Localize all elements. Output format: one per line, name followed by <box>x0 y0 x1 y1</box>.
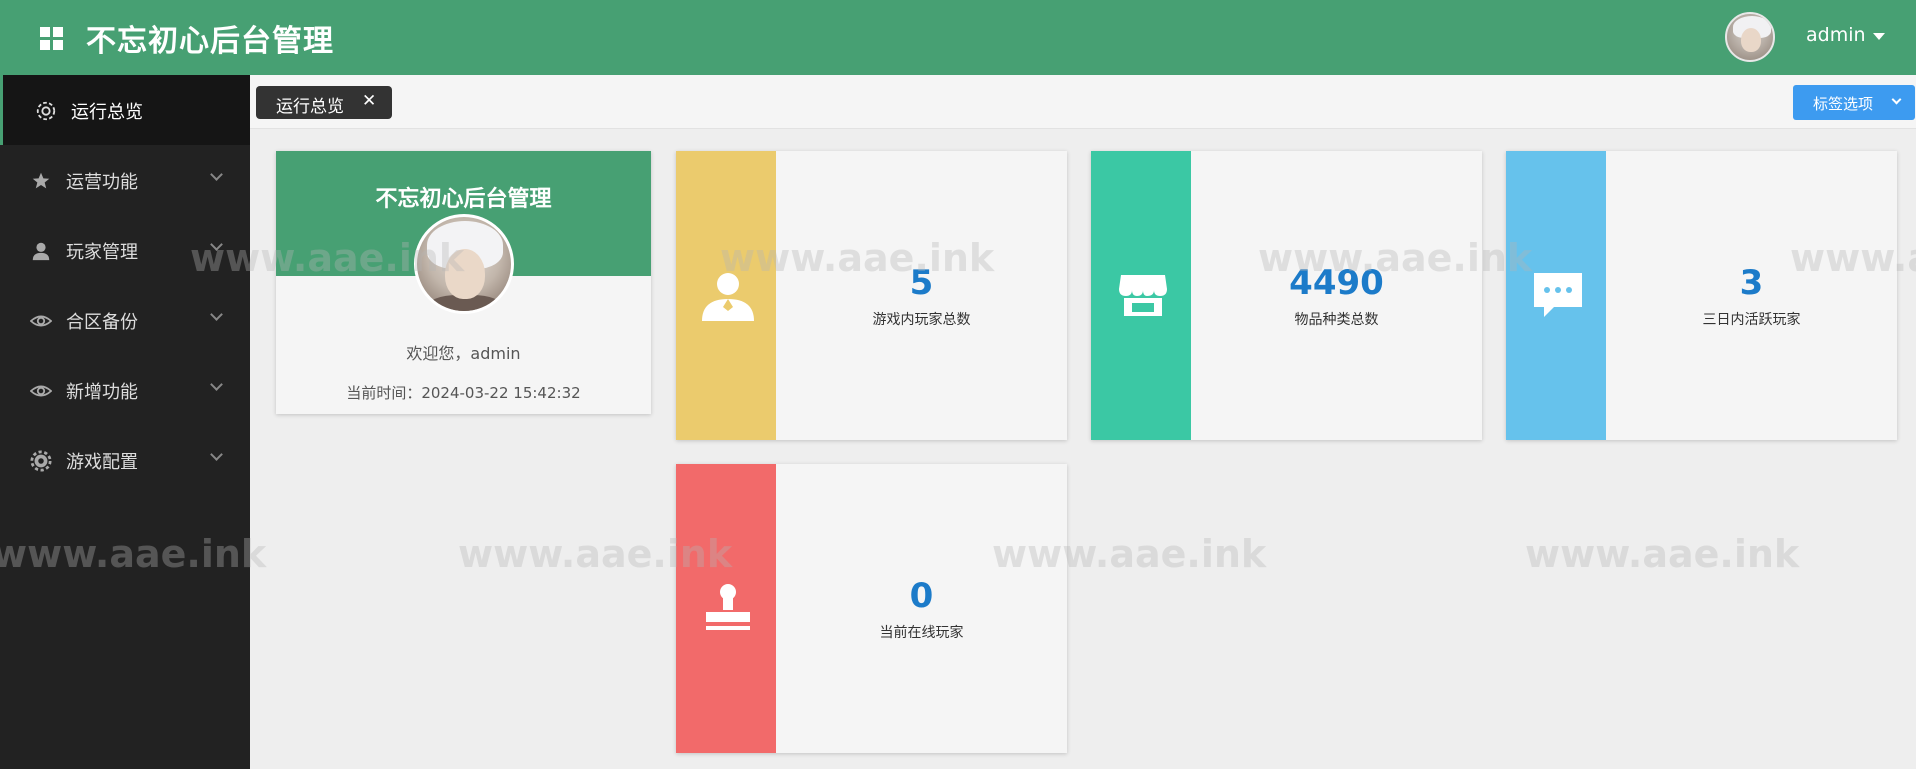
profile-card: 不忘初心后台管理 欢迎您，admin 当前时间：2024-03-22 15:42… <box>276 151 651 414</box>
stat-label: 当前在线玩家 <box>879 625 964 641</box>
eye-icon <box>30 385 52 397</box>
stat-card-active-players: 3 三日内活跃玩家 <box>1506 151 1897 440</box>
welcome-text: 欢迎您，admin <box>406 344 521 363</box>
stat-card-online-players: 0 当前在线玩家 <box>676 464 1067 753</box>
tab-bar: 运行总览 ✕ 标签选项 <box>250 75 1916 129</box>
sidebar-item-label: 游戏配置 <box>66 452 138 473</box>
chevron-down-icon <box>210 448 223 461</box>
star-icon <box>32 172 50 189</box>
shop-icon <box>1119 275 1167 316</box>
close-icon[interactable]: ✕ <box>362 91 376 111</box>
app-title: 不忘初心后台管理 <box>86 24 334 59</box>
chevron-down-icon <box>210 168 223 181</box>
chevron-down-icon <box>210 308 223 321</box>
tab-label: 运行总览 <box>276 97 344 117</box>
user-icon <box>702 273 754 321</box>
sidebar-item-merge-backup[interactable]: 合区备份 <box>0 285 250 355</box>
menu-grid-icon[interactable] <box>40 27 64 51</box>
stat-card-item-types: 4490 物品种类总数 <box>1091 151 1482 440</box>
chevron-down-icon <box>1891 94 1902 105</box>
gear-outline-icon <box>36 101 56 121</box>
sidebar-item-new-features[interactable]: 新增功能 <box>0 355 250 425</box>
stat-value: 5 <box>909 263 934 303</box>
stat-value: 4490 <box>1289 263 1384 303</box>
stat-strip <box>676 151 776 440</box>
stat-strip <box>1506 151 1606 440</box>
sidebar-item-label: 玩家管理 <box>66 242 138 263</box>
tab-options-button[interactable]: 标签选项 <box>1793 85 1915 120</box>
watermark-text: www.aae.ink <box>1525 532 1800 576</box>
eye-icon <box>30 315 52 327</box>
caret-down-icon[interactable] <box>1873 33 1885 40</box>
sidebar-item-label: 运营功能 <box>66 172 138 193</box>
sidebar: 运行总览 运营功能 玩家管理 合区备份 新增功能 游戏配置 <box>0 75 250 769</box>
user-avatar[interactable] <box>1725 12 1775 62</box>
tab-options-label: 标签选项 <box>1813 95 1874 113</box>
sidebar-item-label: 运行总览 <box>71 102 143 123</box>
sidebar-item-game-config[interactable]: 游戏配置 <box>0 425 250 495</box>
chevron-down-icon <box>210 378 223 391</box>
stat-value: 3 <box>1739 263 1764 303</box>
user-icon <box>32 242 50 261</box>
top-header: 不忘初心后台管理 admin <box>0 0 1916 75</box>
stamp-icon <box>706 584 750 630</box>
profile-title: 不忘初心后台管理 <box>375 187 552 212</box>
stat-strip <box>1091 151 1191 440</box>
sidebar-item-operations[interactable]: 运营功能 <box>0 145 250 215</box>
stat-strip <box>676 464 776 753</box>
stat-card-total-players: 5 游戏内玩家总数 <box>676 151 1067 440</box>
chat-icon <box>1534 273 1582 317</box>
profile-avatar <box>414 214 514 314</box>
tab-overview[interactable]: 运行总览 ✕ <box>256 86 392 119</box>
gear-icon <box>30 450 52 472</box>
sidebar-item-label: 合区备份 <box>66 312 138 333</box>
stat-label: 三日内活跃玩家 <box>1702 312 1801 328</box>
stat-label: 物品种类总数 <box>1294 312 1379 328</box>
user-name[interactable]: admin <box>1806 24 1866 46</box>
sidebar-item-overview[interactable]: 运行总览 <box>0 75 250 145</box>
current-time: 当前时间：2024-03-22 15:42:32 <box>346 384 581 402</box>
sidebar-item-players[interactable]: 玩家管理 <box>0 215 250 285</box>
chevron-down-icon <box>210 238 223 251</box>
stat-value: 0 <box>909 576 934 616</box>
stat-label: 游戏内玩家总数 <box>872 312 971 328</box>
sidebar-item-label: 新增功能 <box>66 382 138 403</box>
